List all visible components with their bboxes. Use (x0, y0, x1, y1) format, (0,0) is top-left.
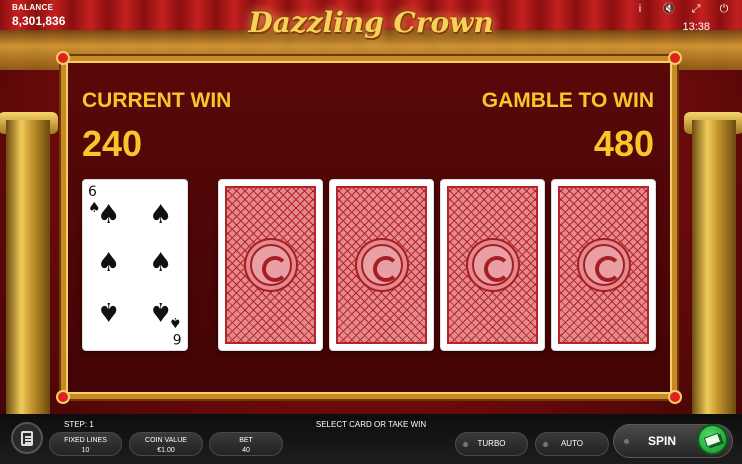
balance-value: 8,301,836 (12, 14, 66, 28)
balance-label: BALANCE (12, 3, 54, 12)
panel-corner-gem (670, 53, 680, 63)
sound-muted-icon[interactable]: 🔇 (662, 2, 676, 16)
auto-label: AUTO (560, 439, 584, 448)
history-button[interactable] (11, 422, 43, 454)
turbo-label: TURBO (477, 439, 506, 448)
coin-value-value: €1.00 (157, 447, 175, 454)
collect-win-button[interactable] (697, 424, 728, 455)
spade-pip: ♠ (97, 200, 121, 230)
fixed-lines-label: FIXED LINES (64, 437, 107, 444)
info-icon[interactable]: i (634, 2, 646, 16)
dealer-card: 6 ♠ ♠ ♠ ♠ ♠ ♠ ♠ 6 ♠ (82, 179, 188, 351)
card-back-emblem-icon (471, 244, 514, 286)
power-icon[interactable]: ⏻ (718, 2, 730, 16)
panel-corner-gem (58, 53, 68, 63)
fullscreen-icon[interactable]: ⤢ (690, 2, 702, 16)
spade-pip: ♠ (149, 200, 173, 230)
panel-corner-gem (58, 392, 68, 402)
current-win-label: CURRENT WIN (82, 89, 232, 112)
auto-toggle[interactable]: AUTO (535, 432, 609, 456)
current-win-value: 240 (82, 123, 143, 164)
top-icon-bar: i 🔇 ⤢ ⏻ (634, 2, 730, 16)
bet-label: BET (239, 437, 253, 444)
history-icon (21, 430, 33, 446)
toggle-indicator (543, 442, 548, 447)
gamble-panel: CURRENT WIN 240 GAMBLE TO WIN 480 6 ♠ ♠ ♠… (58, 53, 680, 402)
pillar-right (692, 120, 736, 464)
cash-icon (703, 432, 722, 447)
turbo-toggle[interactable]: TURBO (455, 432, 528, 456)
pillar-left (6, 120, 50, 464)
panel-corner-gem (670, 392, 680, 402)
gamble-to-win-label: GAMBLE TO WIN (481, 89, 654, 112)
spin-label: SPIN (648, 434, 677, 448)
face-down-card-4[interactable] (551, 179, 656, 351)
spade-pip: ♠ (149, 248, 173, 278)
face-down-card-3[interactable] (440, 179, 545, 351)
bet-selector[interactable]: BET 40 (209, 432, 283, 456)
bet-value: 40 (242, 447, 250, 454)
spade-pip: ♠ (97, 248, 121, 278)
gamble-to-win-value: 480 (593, 123, 654, 164)
card-back-emblem-icon (249, 244, 292, 286)
toggle-indicator (624, 439, 629, 444)
game-logo: Dazzling Crown (248, 6, 494, 39)
clock: 13:38 (682, 21, 710, 33)
fixed-lines-value: 10 (81, 447, 90, 454)
coin-value-selector[interactable]: COIN VALUE €1.00 (129, 432, 203, 456)
coin-value-label: COIN VALUE (145, 437, 187, 444)
face-down-card-2[interactable] (329, 179, 434, 351)
card-back-emblem-icon (360, 244, 403, 286)
spade-pip: ♠ (97, 296, 121, 326)
face-down-card-1[interactable] (218, 179, 323, 351)
fixed-lines-display: FIXED LINES 10 (49, 432, 122, 456)
card-back-emblem-icon (582, 244, 625, 286)
toggle-indicator (463, 442, 468, 447)
card-rank-bottom: 6 ♠ (169, 314, 182, 346)
